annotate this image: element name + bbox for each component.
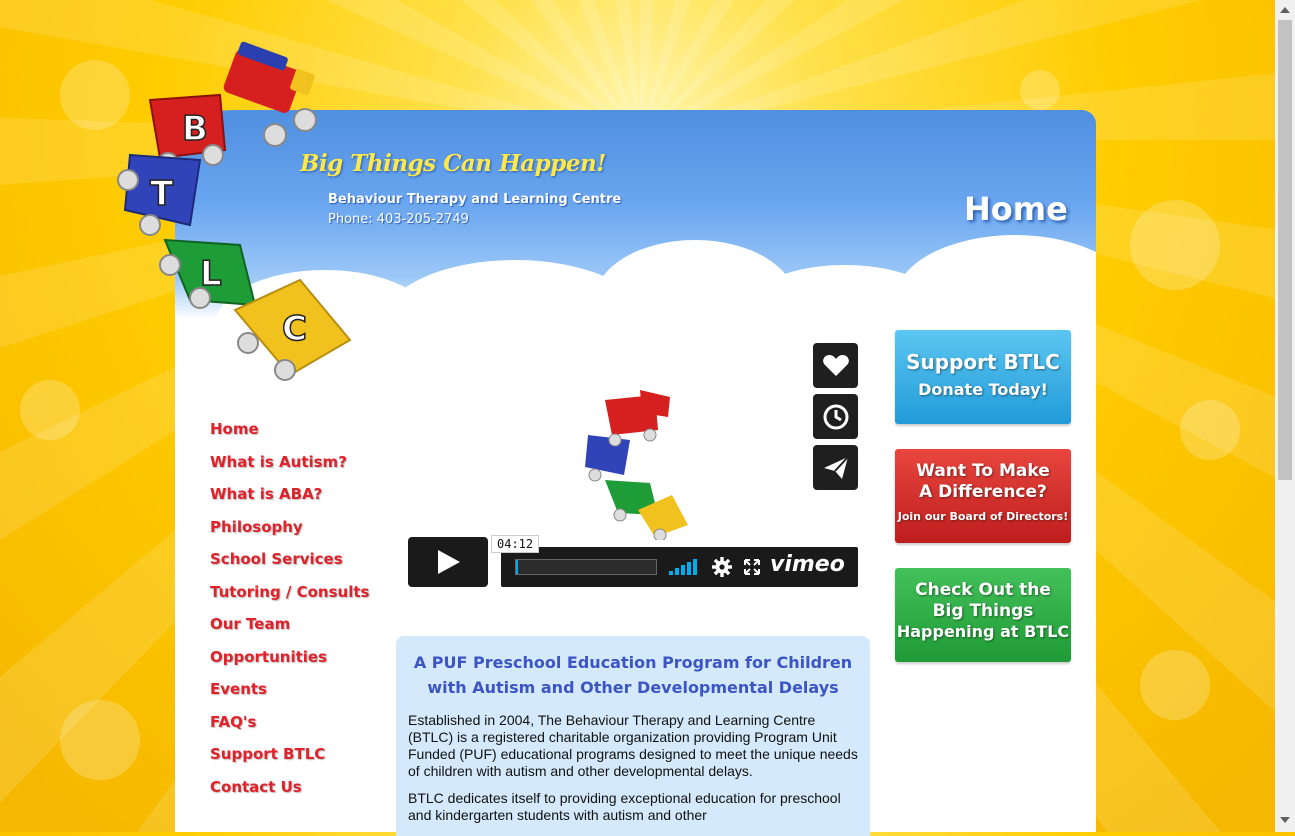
intro-heading: A PUF Preschool Education Program for Ch… (410, 650, 856, 700)
logo-letter-b: B (182, 109, 208, 149)
progress-indicator (516, 560, 518, 574)
nav-contact-us[interactable]: Contact Us (210, 778, 369, 811)
fullscreen-icon[interactable] (744, 559, 760, 575)
promo-line: Join our Board of Directors! (897, 510, 1069, 523)
logo-letter-l: L (200, 254, 222, 294)
promo-line: Happening at BTLC (896, 622, 1070, 641)
bokeh-circle (20, 380, 80, 440)
logo-letter-t: T (150, 174, 174, 214)
nav-home[interactable]: Home (210, 420, 369, 453)
nav-tutoring-consults[interactable]: Tutoring / Consults (210, 583, 369, 616)
play-button[interactable] (408, 537, 488, 587)
btlc-train-logo[interactable]: B T L C (110, 40, 380, 400)
bokeh-circle (1180, 400, 1240, 460)
clock-icon (823, 404, 848, 429)
gear-icon[interactable] (712, 557, 732, 577)
nav-our-team[interactable]: Our Team (210, 615, 369, 648)
bokeh-circle (1130, 200, 1220, 290)
nav-what-is-autism[interactable]: What is Autism? (210, 453, 369, 486)
promo-line: A Difference? (919, 482, 1047, 502)
scroll-down-arrow-icon[interactable] (1280, 816, 1290, 824)
nav-opportunities[interactable]: Opportunities (210, 648, 369, 681)
nav-support-btlc[interactable]: Support BTLC (210, 745, 369, 778)
volume-icon[interactable] (669, 559, 699, 575)
video-thumbnail-logo (585, 390, 688, 540)
intro-heading-line1: A PUF Preschool Education Program for Ch… (413, 653, 853, 672)
intro-paragraph: Established in 2004, The Behaviour Thera… (408, 712, 858, 779)
donate-promo-button[interactable]: Support BTLC Donate Today! (895, 330, 1071, 424)
nav-school-services[interactable]: School Services (210, 550, 369, 583)
nav-events[interactable]: Events (210, 680, 369, 713)
video-progress-bar[interactable] (515, 559, 657, 575)
nav-what-is-aba[interactable]: What is ABA? (210, 485, 369, 518)
promo-line: Big Things (932, 601, 1034, 621)
scrollbar-thumb[interactable] (1278, 20, 1292, 480)
bokeh-circle (1020, 70, 1060, 110)
bokeh-circle (60, 700, 140, 780)
happening-promo-button[interactable]: Check Out the Big Things Happening at BT… (895, 568, 1071, 662)
promo-line: Check Out the (915, 580, 1051, 600)
intro-paragraph: BTLC dedicates itself to providing excep… (408, 790, 841, 823)
scroll-up-arrow-icon[interactable] (1280, 6, 1290, 14)
nav-philosophy[interactable]: Philosophy (210, 518, 369, 551)
watch-later-button[interactable] (813, 394, 858, 439)
board-of-directors-promo-button[interactable]: Want To Make A Difference? Join our Boar… (895, 449, 1071, 543)
promo-line: Want To Make (916, 461, 1050, 481)
send-icon (823, 455, 849, 479)
intro-heading-line2: with Autism and Other Developmental Dela… (427, 678, 839, 697)
intro-section: A PUF Preschool Education Program for Ch… (396, 636, 870, 836)
promo-line: Donate Today! (918, 380, 1048, 399)
logo-letter-c: C (282, 309, 307, 349)
page-title: Home (964, 190, 1068, 228)
video-duration: 04:12 (491, 535, 540, 553)
cloud (895, 235, 1096, 320)
vimeo-logo[interactable]: vimeo (770, 552, 845, 577)
vertical-scrollbar[interactable] (1275, 0, 1295, 832)
main-navigation: Home What is Autism? What is ABA? Philos… (210, 420, 369, 810)
nav-faqs[interactable]: FAQ's (210, 713, 369, 746)
promo-line: Support BTLC (906, 350, 1060, 374)
like-button[interactable] (813, 343, 858, 388)
train-engine (223, 41, 317, 147)
heart-icon (822, 354, 849, 376)
play-icon (438, 550, 460, 574)
bokeh-circle (1140, 650, 1210, 720)
share-button[interactable] (813, 445, 858, 490)
